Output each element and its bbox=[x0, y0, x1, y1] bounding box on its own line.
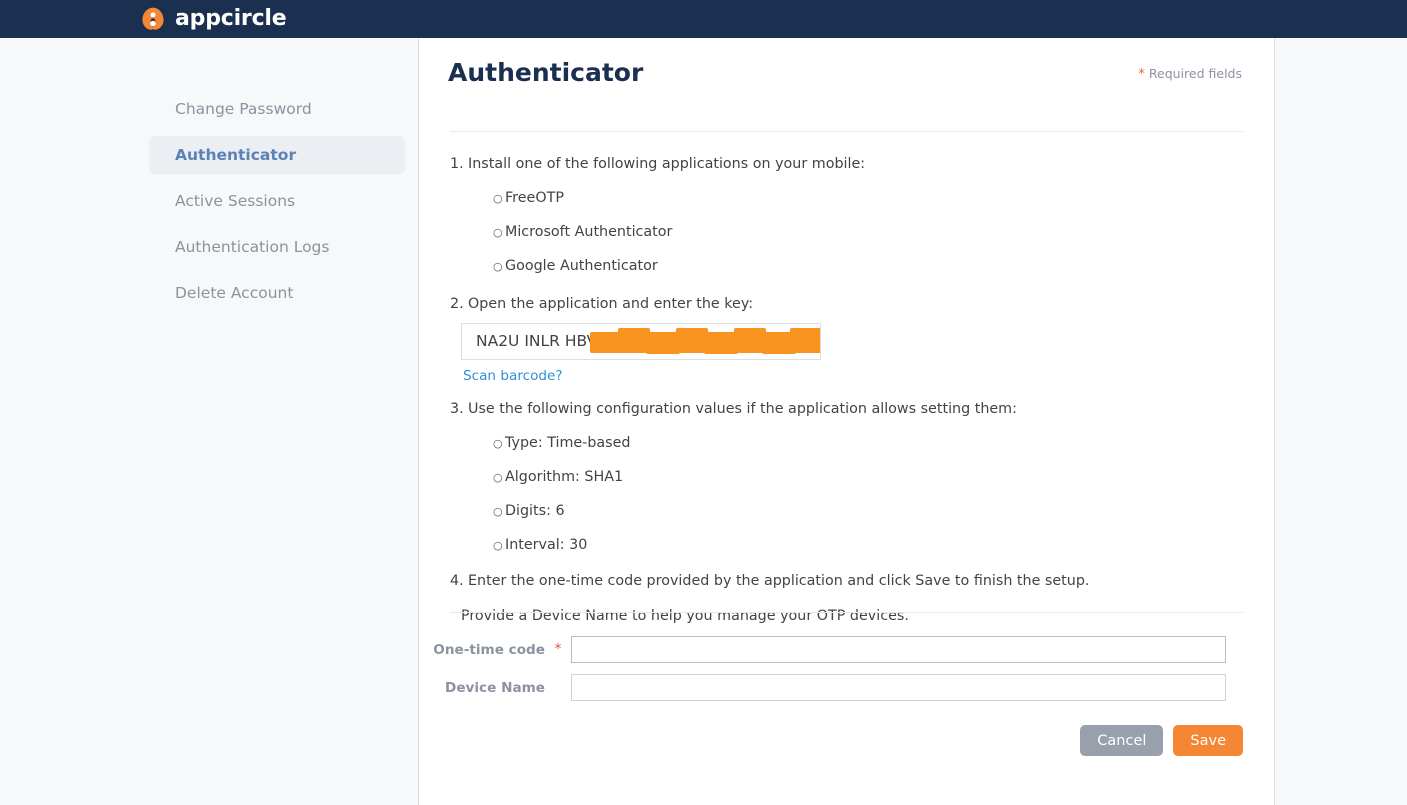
required-fields-label: Required fields bbox=[1148, 66, 1242, 81]
one-time-code-input[interactable] bbox=[571, 636, 1226, 663]
app-option-microsoft-authenticator: Microsoft Authenticator bbox=[505, 224, 673, 241]
sidebar-item-authenticator[interactable]: Authenticator bbox=[149, 136, 405, 174]
app-root: appcircle Change Password Authenticator … bbox=[0, 0, 1407, 805]
device-name-input[interactable] bbox=[571, 674, 1226, 701]
app-header: appcircle bbox=[0, 0, 1407, 38]
config-digits: Digits: 6 bbox=[505, 503, 565, 520]
list-item: ○ FreeOTP bbox=[450, 190, 1243, 207]
redaction-overlay bbox=[590, 327, 820, 354]
config-algorithm: Algorithm: SHA1 bbox=[505, 469, 624, 486]
step-2-text: Open the application and enter the key: bbox=[468, 295, 754, 312]
circle-bullet-icon: ○ bbox=[493, 226, 503, 240]
header-divider bbox=[450, 131, 1243, 132]
step-3-number: 3. bbox=[450, 400, 464, 417]
setup-instructions: 1. Install one of the following applicat… bbox=[450, 156, 1243, 625]
required-asterisk: * bbox=[1138, 67, 1145, 82]
form-divider bbox=[450, 612, 1243, 613]
content-card: Authenticator * Required fields 1. Insta… bbox=[419, 38, 1275, 805]
form-actions: Cancel Save bbox=[419, 725, 1275, 756]
page-body: Change Password Authenticator Active Ses… bbox=[0, 38, 1407, 805]
circle-bullet-icon: ○ bbox=[493, 260, 503, 274]
required-fields-note: * Required fields bbox=[1138, 66, 1242, 85]
step-1-text: Install one of the following application… bbox=[468, 156, 866, 172]
one-time-code-required-star: * bbox=[554, 642, 562, 657]
sidebar-item-authentication-logs[interactable]: Authentication Logs bbox=[149, 228, 405, 266]
list-item: ○ Interval: 30 bbox=[450, 537, 1243, 554]
settings-sidebar: Change Password Authenticator Active Ses… bbox=[0, 38, 419, 805]
device-name-label: Device Name bbox=[445, 679, 545, 696]
instruction-step-4: 4. Enter the one-time code provided by t… bbox=[450, 573, 1243, 590]
config-type: Type: Time-based bbox=[505, 434, 631, 451]
circle-bullet-icon: ○ bbox=[493, 471, 503, 485]
one-time-code-label: One-time code bbox=[433, 641, 545, 658]
appcircle-logo-icon bbox=[142, 7, 164, 30]
sidebar-item-active-sessions[interactable]: Active Sessions bbox=[149, 182, 405, 220]
otp-form: One-time code * Device Name * bbox=[419, 636, 1275, 712]
step-3-text: Use the following configuration values i… bbox=[468, 400, 1017, 417]
instruction-step-3: 3. Use the following configuration value… bbox=[450, 401, 1243, 418]
sidebar-item-change-password[interactable]: Change Password bbox=[149, 90, 405, 128]
instruction-step-1: 1. Install one of the following applicat… bbox=[450, 156, 1243, 173]
list-item: ○ Digits: 6 bbox=[450, 503, 1243, 520]
device-name-note: Provide a Device Name to help you manage… bbox=[461, 607, 909, 624]
form-row-device-name: Device Name * bbox=[419, 674, 1275, 701]
step-1-number: 1. bbox=[450, 156, 464, 172]
list-item: ○ Type: Time-based bbox=[450, 435, 1243, 452]
circle-bullet-icon: ○ bbox=[493, 505, 503, 519]
list-item: ○ Microsoft Authenticator bbox=[450, 224, 1243, 241]
scan-barcode-link[interactable]: Scan barcode? bbox=[463, 368, 563, 384]
device-name-required-star: * bbox=[545, 680, 571, 695]
step-4-number: 4. bbox=[450, 572, 464, 589]
step-4-text: Enter the one-time code provided by the … bbox=[468, 572, 1090, 589]
secret-key-value: NA2U INLR HBV bbox=[476, 332, 598, 351]
app-option-google-authenticator: Google Authenticator bbox=[505, 258, 658, 275]
secret-key-area: NA2U INLR HBV Scan barcode? bbox=[461, 322, 821, 384]
form-row-one-time-code: One-time code * bbox=[419, 636, 1275, 663]
instruction-step-2: 2. Open the application and enter the ke… bbox=[450, 296, 1243, 313]
right-background bbox=[1276, 38, 1407, 805]
sidebar-item-delete-account[interactable]: Delete Account bbox=[149, 274, 405, 312]
circle-bullet-icon: ○ bbox=[493, 539, 503, 553]
cancel-button[interactable]: Cancel bbox=[1080, 725, 1164, 756]
secret-key-box[interactable]: NA2U INLR HBV bbox=[461, 322, 821, 360]
circle-bullet-icon: ○ bbox=[493, 192, 503, 206]
circle-bullet-icon: ○ bbox=[493, 436, 503, 450]
page-title: Authenticator bbox=[448, 58, 644, 87]
step-3-sublist: ○ Type: Time-based ○ Algorithm: SHA1 ○ D… bbox=[450, 435, 1243, 555]
brand-name: appcircle bbox=[175, 6, 287, 31]
app-option-freeotp: FreeOTP bbox=[505, 190, 564, 207]
step-2-number: 2. bbox=[450, 295, 464, 312]
content-header: Authenticator * Required fields bbox=[448, 60, 1242, 85]
save-button[interactable]: Save bbox=[1173, 725, 1243, 756]
step-1-sublist: ○ FreeOTP ○ Microsoft Authenticator ○ Go… bbox=[450, 190, 1243, 275]
brand-logo[interactable]: appcircle bbox=[140, 6, 287, 32]
config-interval: Interval: 30 bbox=[505, 537, 588, 554]
list-item: ○ Google Authenticator bbox=[450, 258, 1243, 275]
list-item: ○ Algorithm: SHA1 bbox=[450, 469, 1243, 486]
